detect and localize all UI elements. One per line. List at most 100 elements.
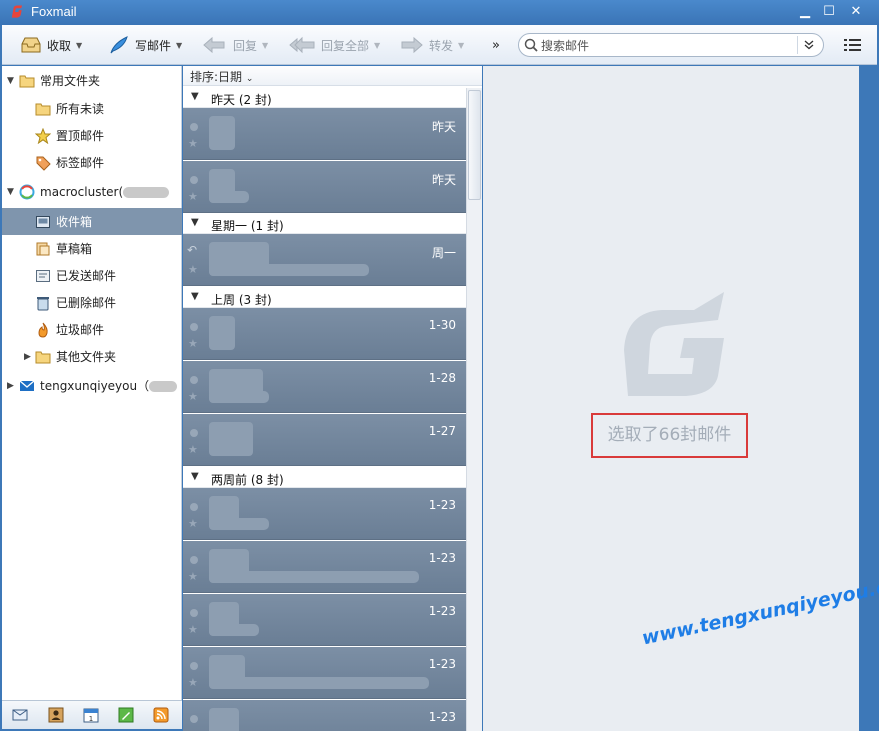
maximize-button[interactable]: ☐: [818, 3, 840, 21]
sidebar-item-label: 所有未读: [56, 102, 105, 116]
account-mail-icon: [19, 380, 35, 391]
group-header-yesterday[interactable]: ▼ 昨天 (2 封): [183, 88, 466, 108]
tag-icon: [36, 156, 51, 171]
star-icon[interactable]: ★: [188, 337, 198, 350]
receive-label: 收取: [47, 38, 72, 53]
sidebar-item-favorites[interactable]: ▼ 常用文件夹: [2, 67, 182, 94]
mail-row[interactable]: ★ 1-27: [183, 414, 466, 466]
sort-bar[interactable]: 排序:日期 ⌄: [183, 66, 482, 86]
sidebar-item-account-tengxunqiyeyou[interactable]: ▶ tengxunqiyeyou（: [2, 372, 182, 399]
replied-icon: ↶: [187, 243, 198, 257]
mail-date: 周一: [431, 246, 456, 260]
group-header-last-week[interactable]: ▼ 上周 (3 封): [183, 288, 466, 308]
star-icon[interactable]: ★: [188, 570, 198, 583]
folder-icon: [35, 103, 51, 115]
chevron-down-icon[interactable]: ▼: [374, 41, 380, 50]
search-input[interactable]: [541, 37, 791, 54]
mail-date: 昨天: [431, 120, 456, 134]
mail-row[interactable]: ★ 1-23: [183, 647, 466, 699]
sidebar-item-drafts[interactable]: 草稿箱: [2, 235, 182, 262]
group-header-monday[interactable]: ▼ 星期一 (1 封): [183, 214, 466, 234]
collapse-arrow-icon[interactable]: ▼: [191, 91, 199, 102]
module-switcher-bar: 1: [2, 700, 182, 729]
sidebar-item-account-macrocluster[interactable]: ▼ macrocluster(: [2, 178, 182, 205]
reply-all-button[interactable]: 回复全部 ▼: [288, 25, 380, 65]
list-menu-icon[interactable]: [844, 38, 862, 52]
forward-button[interactable]: 转发 ▼: [398, 25, 464, 65]
unread-dot-icon[interactable]: [190, 123, 198, 131]
sidebar-item-junk[interactable]: 垃圾邮件: [2, 316, 182, 343]
reply-button[interactable]: 回复 ▼: [202, 25, 268, 65]
collapse-arrow-icon[interactable]: ▼: [191, 217, 199, 228]
star-icon: [35, 127, 51, 144]
unread-dot-icon[interactable]: [190, 609, 198, 617]
more-button[interactable]: »: [492, 25, 500, 65]
rss-module-icon[interactable]: [153, 707, 169, 723]
contacts-module-icon[interactable]: [48, 707, 64, 723]
mail-row[interactable]: ★ 昨天: [183, 161, 466, 213]
notes-module-icon[interactable]: [118, 707, 134, 723]
unread-dot-icon[interactable]: [190, 376, 198, 384]
mail-module-icon[interactable]: [12, 707, 28, 723]
chevron-down-icon[interactable]: ▼: [262, 41, 268, 50]
expand-arrow-icon[interactable]: ▶: [24, 352, 31, 362]
unread-dot-icon[interactable]: [190, 662, 198, 670]
expand-arrow-icon[interactable]: ▶: [7, 381, 14, 391]
collapse-arrow-icon[interactable]: ▼: [7, 76, 14, 86]
star-icon[interactable]: ★: [188, 517, 198, 530]
star-icon[interactable]: ★: [188, 190, 198, 203]
unread-dot-icon[interactable]: [190, 323, 198, 331]
sidebar-item-all-unread[interactable]: 所有未读: [2, 95, 182, 122]
star-icon[interactable]: ★: [188, 390, 198, 403]
chevron-down-icon[interactable]: ▼: [176, 41, 182, 50]
sidebar-item-label: 垃圾邮件: [56, 323, 105, 337]
compose-label: 写邮件: [135, 38, 172, 53]
account-globe-icon: [19, 184, 35, 199]
star-icon[interactable]: ★: [188, 443, 198, 456]
sidebar-item-label: 置顶邮件: [56, 129, 105, 143]
sidebar-item-deleted[interactable]: 已删除邮件: [2, 289, 182, 316]
compose-button[interactable]: 写邮件 ▼: [108, 25, 182, 65]
mail-row[interactable]: ★ 1-23: [183, 541, 466, 593]
unread-dot-icon[interactable]: [190, 715, 198, 723]
mail-row[interactable]: ★ 1-23: [183, 700, 466, 731]
unread-dot-icon[interactable]: [190, 176, 198, 184]
sidebar-item-sent[interactable]: 已发送邮件: [2, 262, 182, 289]
group-header-two-weeks-ago[interactable]: ▼ 两周前 (8 封): [183, 468, 466, 488]
calendar-module-icon[interactable]: 1: [83, 707, 99, 723]
sidebar-item-tagged[interactable]: 标签邮件: [2, 149, 182, 176]
mail-row[interactable]: ★ 1-23: [183, 488, 466, 540]
reply-arrow-icon: [203, 36, 225, 54]
mail-row[interactable]: ★ 1-28: [183, 361, 466, 413]
unread-dot-icon[interactable]: [190, 556, 198, 564]
collapse-arrow-icon[interactable]: ▼: [7, 187, 14, 197]
mail-row[interactable]: ★ 1-23: [183, 594, 466, 646]
scrollbar-thumb[interactable]: [468, 90, 481, 200]
star-icon[interactable]: ★: [188, 623, 198, 636]
unread-dot-icon[interactable]: [190, 503, 198, 511]
chevron-down-icon[interactable]: ▼: [76, 41, 82, 50]
sidebar-item-pinned[interactable]: 置顶邮件: [2, 122, 182, 149]
sidebar-item-other-folders[interactable]: ▶ 其他文件夹: [2, 343, 182, 370]
list-scrollbar[interactable]: [466, 88, 482, 731]
double-chevron-down-icon: [804, 40, 813, 50]
collapse-arrow-icon[interactable]: ▼: [191, 471, 199, 482]
toolbar: 收取 ▼ 写邮件 ▼ 回复 ▼ 回复全部 ▼ 转发 ▼ »: [2, 25, 877, 65]
mail-row[interactable]: ↶ ★ 周一: [183, 234, 466, 286]
mail-row[interactable]: ★ 昨天: [183, 108, 466, 160]
mail-row[interactable]: ★ 1-30: [183, 308, 466, 360]
search-options-button[interactable]: [797, 36, 819, 54]
star-icon[interactable]: ★: [188, 263, 198, 276]
forward-arrow-icon: [401, 36, 423, 54]
star-icon[interactable]: ★: [188, 137, 198, 150]
minimize-button[interactable]: ▁: [794, 3, 816, 21]
collapse-arrow-icon[interactable]: ▼: [191, 291, 199, 302]
sidebar-item-label: 标签邮件: [56, 156, 105, 170]
star-icon[interactable]: ★: [188, 676, 198, 689]
close-button[interactable]: ✕: [845, 3, 867, 21]
chevron-down-icon[interactable]: ▼: [458, 41, 464, 50]
unread-dot-icon[interactable]: [190, 429, 198, 437]
sidebar-item-inbox[interactable]: 收件箱: [2, 208, 182, 235]
receive-button[interactable]: 收取 ▼: [20, 25, 82, 65]
search-box: [518, 33, 824, 57]
